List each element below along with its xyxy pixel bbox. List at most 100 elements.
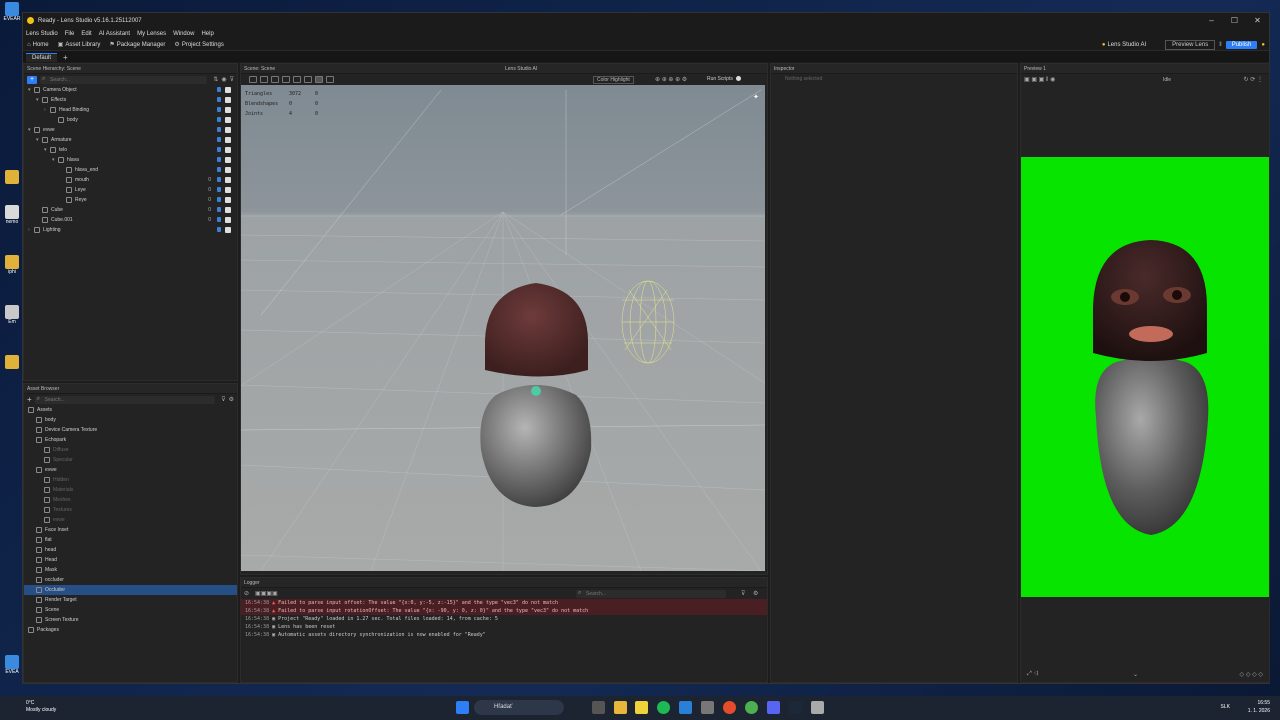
asset-item[interactable]: evwe	[24, 465, 237, 475]
log-error-line[interactable]: 16:54:38 ▲ Failed to parse input rotationO…	[241, 607, 767, 615]
settings-icon[interactable]: ⚙	[753, 590, 758, 597]
hierarchy-item[interactable]: ▾ Armature	[24, 135, 237, 145]
filter-icon[interactable]: ⊽	[230, 76, 234, 83]
project-settings-button[interactable]: ⚙ Project Settings	[174, 41, 223, 49]
move-tool-icon[interactable]	[249, 76, 257, 83]
hierarchy-item[interactable]: hlava_end	[24, 165, 237, 175]
preview-tool-icons[interactable]: ▣ ▣ ▣ ‖ ◉	[1024, 76, 1055, 83]
rotate-tool-icon[interactable]	[271, 76, 279, 83]
add-asset-icon[interactable]: +	[27, 395, 32, 404]
asset-item[interactable]: Occluder	[24, 585, 237, 595]
enabled-checkbox[interactable]	[225, 87, 231, 93]
asset-item[interactable]: flat	[24, 535, 237, 545]
home-button[interactable]: ⌂ Home	[27, 42, 49, 48]
enabled-checkbox[interactable]	[225, 187, 231, 193]
hierarchy-item[interactable]: Leye 0	[24, 185, 237, 195]
fullscreen-icon[interactable]	[326, 76, 334, 83]
camera-tools-icon[interactable]: ⊕ ⊕ ⊕ ⊕ ⚙	[655, 76, 687, 83]
visibility-toggle-icon[interactable]	[217, 137, 221, 142]
visibility-toggle-icon[interactable]	[217, 87, 221, 92]
lens-studio-ai-tab[interactable]: Lens Studio AI	[505, 64, 537, 74]
menu-help[interactable]: Help	[201, 31, 213, 37]
menu-window[interactable]: Window	[173, 31, 194, 37]
language-indicator[interactable]: SLK	[1221, 704, 1230, 710]
enabled-checkbox[interactable]	[225, 157, 231, 163]
desktop-icon[interactable]: Em	[3, 305, 21, 333]
spotify-icon[interactable]	[657, 701, 670, 714]
asset-item[interactable]: Render Target	[24, 595, 237, 605]
asset-item[interactable]: Packages	[24, 625, 237, 635]
hierarchy-item[interactable]: body	[24, 115, 237, 125]
enabled-checkbox[interactable]	[225, 167, 231, 173]
pause-icon[interactable]: ‖	[1219, 42, 1221, 48]
asset-item[interactable]: Echopark	[24, 435, 237, 445]
preview-state-dropdown[interactable]: Idle	[1163, 77, 1171, 83]
hierarchy-item[interactable]: mouth 0	[24, 175, 237, 185]
visibility-toggle-icon[interactable]	[217, 167, 221, 172]
logger-search-input[interactable]: Search...	[576, 589, 726, 598]
desktop-icon[interactable]	[3, 355, 21, 383]
head-mesh[interactable]	[485, 283, 588, 377]
asset-item[interactable]: Mask	[24, 565, 237, 575]
face-wireframe[interactable]	[621, 280, 675, 364]
zoom-in-icon[interactable]	[282, 76, 290, 83]
filter-icon[interactable]: ⊽	[221, 396, 225, 403]
file-explorer-icon[interactable]	[614, 701, 627, 714]
desktop-icon[interactable]: iphi	[3, 255, 21, 283]
visibility-toggle-icon[interactable]	[217, 207, 221, 212]
asset-item[interactable]: evwe	[24, 515, 237, 525]
asset-item[interactable]: Diffuse	[24, 445, 237, 455]
grid-icon[interactable]	[315, 76, 323, 83]
scene-viewport[interactable]: Triangles 3072 0 Blendshapes 0 0 Joints 4 0 ✦	[241, 85, 765, 571]
zoom-out-icon[interactable]	[293, 76, 301, 83]
visibility-toggle-icon[interactable]	[217, 107, 221, 112]
frame-icon[interactable]	[304, 76, 312, 83]
asset-item[interactable]: Head	[24, 555, 237, 565]
hierarchy-search-input[interactable]: Search...	[40, 75, 208, 84]
menu-file[interactable]: File	[65, 31, 75, 37]
log-filter-icons[interactable]: ▣▣▣▣	[255, 590, 278, 597]
chevron-down-icon[interactable]: ⌄	[1133, 671, 1138, 678]
user-icon[interactable]: ●	[1261, 42, 1265, 48]
enabled-checkbox[interactable]	[225, 227, 231, 233]
settings-icon[interactable]: ⚙	[229, 396, 234, 403]
minimize-icon[interactable]: –	[1200, 13, 1223, 28]
enabled-checkbox[interactable]	[225, 217, 231, 223]
hierarchy-item[interactable]: ▾ telo	[24, 145, 237, 155]
vscode-icon[interactable]	[679, 701, 692, 714]
publish-button[interactable]: Publish	[1225, 41, 1258, 49]
asset-search-input[interactable]: Search...	[34, 395, 216, 404]
enabled-checkbox[interactable]	[225, 197, 231, 203]
weather-widget[interactable]: 0°C Mostly cloudy	[8, 700, 56, 714]
asset-item[interactable]: head	[24, 545, 237, 555]
body-mesh[interactable]	[480, 385, 592, 507]
package-manager-button[interactable]: ⚑ Package Manager	[109, 41, 165, 49]
lens-studio-taskbar-icon[interactable]	[635, 701, 648, 714]
visibility-icon[interactable]: ◉	[221, 76, 226, 83]
settings-icon[interactable]	[701, 701, 714, 714]
visibility-toggle-icon[interactable]	[217, 147, 221, 152]
hierarchy-item[interactable]: ▾ hlava	[24, 155, 237, 165]
visibility-toggle-icon[interactable]	[217, 117, 221, 122]
taskbar-search[interactable]: Hľadať	[474, 700, 564, 715]
visibility-toggle-icon[interactable]	[217, 177, 221, 182]
asset-item[interactable]: Face Inset	[24, 525, 237, 535]
visibility-toggle-icon[interactable]	[217, 227, 221, 232]
preview-bottom-icons[interactable]: ⤢ ◁	[1027, 671, 1038, 678]
visibility-toggle-icon[interactable]	[217, 127, 221, 132]
visibility-toggle-icon[interactable]	[217, 97, 221, 102]
asset-item[interactable]: Meshes	[24, 495, 237, 505]
preview-right-icons[interactable]: ◇ ◇ ◇ ◇	[1240, 671, 1263, 678]
desktop-icon[interactable]	[3, 170, 21, 198]
task-view-icon[interactable]	[592, 701, 605, 714]
log-info-line[interactable]: 16:54:38 ▣ Lens has been reset	[241, 623, 767, 631]
maximize-icon[interactable]: ☐	[1223, 13, 1246, 28]
desktop-icon[interactable]: EVEAR	[3, 2, 21, 30]
hierarchy-item[interactable]: › Head Binding	[24, 105, 237, 115]
hierarchy-item[interactable]: Cube 0	[24, 205, 237, 215]
hierarchy-item[interactable]: Reye 0	[24, 195, 237, 205]
hierarchy-item[interactable]: › Lighting	[24, 225, 237, 235]
pan-tool-icon[interactable]	[260, 76, 268, 83]
desktop-icon[interactable]: nemo	[3, 205, 21, 233]
enabled-checkbox[interactable]	[225, 147, 231, 153]
